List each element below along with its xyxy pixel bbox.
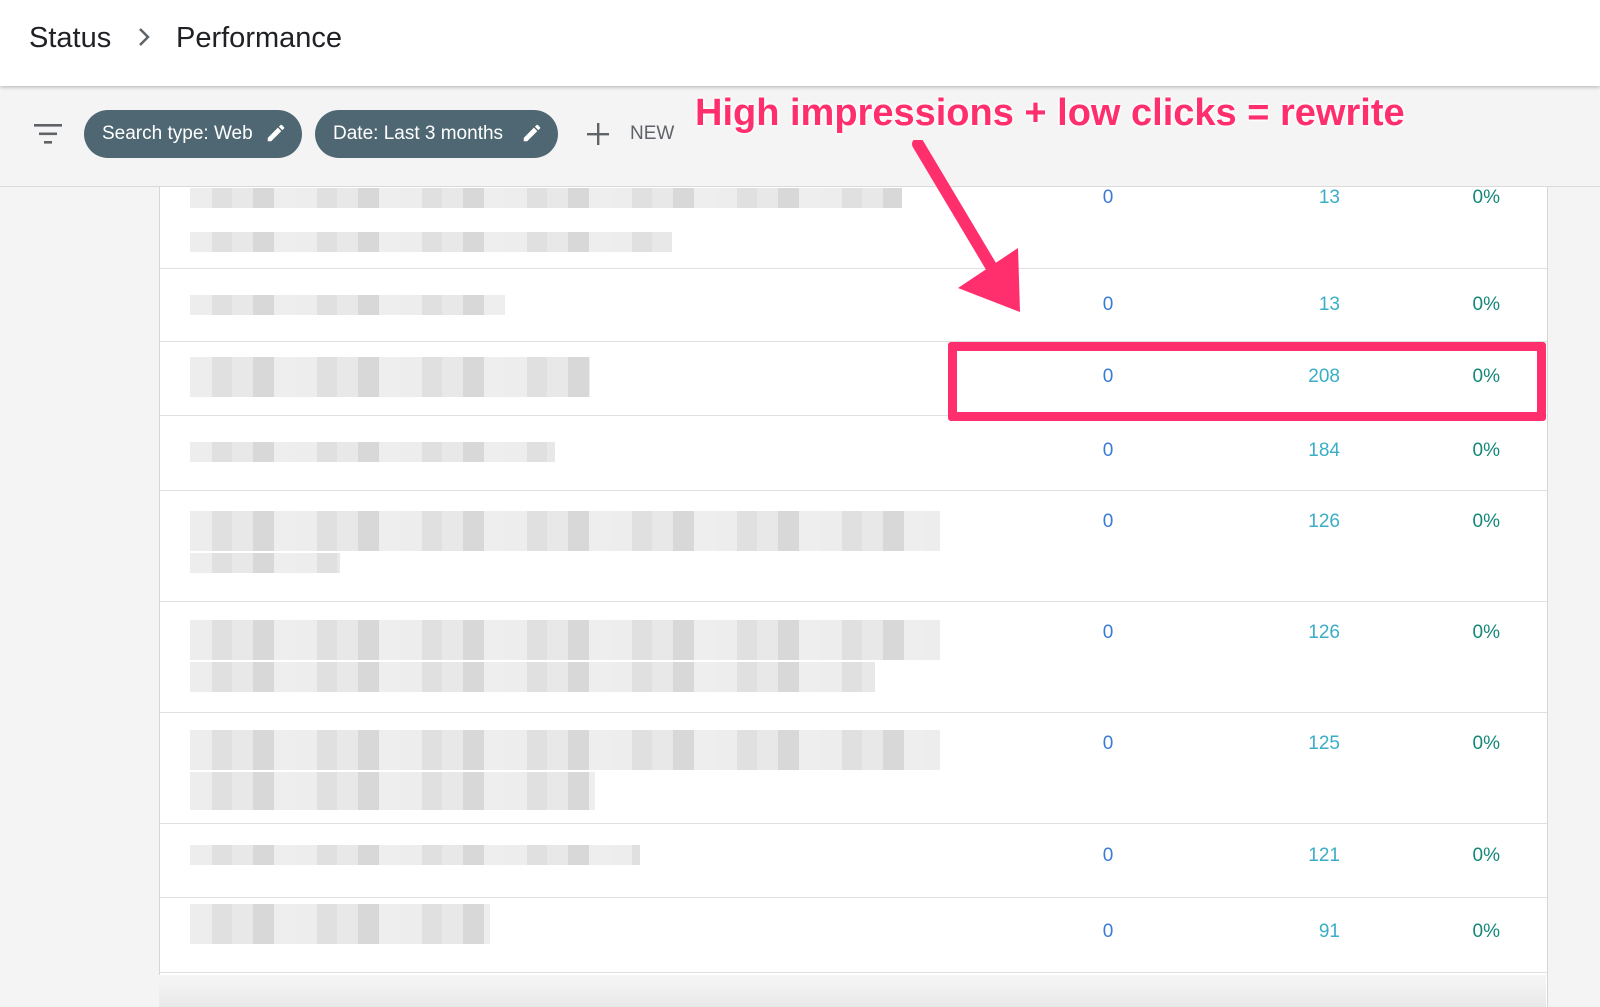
table-row[interactable]: 0 121 0% [160, 824, 1547, 898]
ctr-value: 0% [1472, 440, 1500, 461]
clicks-value: 0 [1102, 511, 1114, 532]
impressions-value: 121 [1308, 845, 1340, 866]
blurred-query-text [190, 357, 590, 397]
clicks-value: 0 [1102, 187, 1114, 208]
date-range-label: Date: Last 3 months [333, 123, 504, 144]
queries-table: 0 13 0% 0 13 0% 0 208 0% 0 184 0% 0 126 [159, 186, 1548, 1007]
table-row[interactable]: 0 184 0% [160, 416, 1547, 491]
table-row[interactable]: 0 126 0% [160, 491, 1547, 602]
pencil-icon [523, 124, 541, 142]
impressions-value: 184 [1308, 440, 1340, 461]
table-row[interactable]: 0 125 0% [160, 713, 1547, 824]
breadcrumb-status[interactable]: Status [29, 18, 111, 58]
blurred-query-text [190, 232, 672, 252]
ctr-value: 0% [1472, 187, 1500, 208]
date-range-chip[interactable]: Date: Last 3 months [315, 110, 558, 158]
impressions-value: 13 [1318, 294, 1340, 315]
clicks-value: 0 [1102, 294, 1114, 315]
blurred-query-text [190, 730, 940, 770]
pencil-icon [267, 124, 285, 142]
impressions-value: 125 [1308, 733, 1340, 754]
arrow-icon [912, 140, 1020, 312]
highlight-box [948, 342, 1546, 421]
blurred-query-text [190, 295, 505, 315]
table-row[interactable]: 0 13 0% [160, 186, 1547, 269]
impressions-value: 13 [1318, 187, 1340, 208]
impressions-value: 91 [1318, 921, 1340, 942]
search-type-label: Search type: Web [102, 123, 253, 144]
app-header: Status Performance [0, 0, 1600, 86]
impressions-value: 126 [1308, 511, 1340, 532]
ctr-value: 0% [1472, 733, 1500, 754]
new-filter-label: NEW [630, 123, 675, 144]
blurred-query-text [190, 511, 940, 551]
ctr-value: 0% [1472, 921, 1500, 942]
content-area: 0 13 0% 0 13 0% 0 208 0% 0 184 0% 0 126 [0, 186, 1600, 1007]
annotation-callout: High impressions + low clicks = rewrite [695, 92, 1405, 134]
table-row[interactable]: 0 126 0% [160, 602, 1547, 713]
page-title: Performance [176, 22, 343, 54]
chevron-right-icon [139, 28, 150, 46]
search-type-chip[interactable]: Search type: Web [84, 110, 302, 158]
blurred-query-text [190, 772, 595, 810]
blurred-query-text [190, 188, 902, 208]
impressions-value: 126 [1308, 622, 1340, 643]
ctr-value: 0% [1472, 511, 1500, 532]
clicks-value: 0 [1102, 733, 1114, 754]
clicks-value: 0 [1102, 440, 1114, 461]
blurred-query-text [190, 620, 940, 660]
scroll-fade [159, 975, 1546, 1007]
filter-icon[interactable] [33, 122, 63, 146]
clicks-value: 0 [1102, 845, 1114, 866]
blurred-query-text [190, 845, 640, 865]
ctr-value: 0% [1472, 845, 1500, 866]
clicks-value: 0 [1102, 921, 1114, 942]
clicks-value: 0 [1102, 622, 1114, 643]
table-row[interactable]: 0 91 0% [160, 898, 1547, 973]
plus-icon [587, 123, 609, 145]
ctr-value: 0% [1472, 622, 1500, 643]
blurred-query-text [190, 442, 555, 462]
blurred-query-text [190, 553, 340, 573]
table-row[interactable]: 0 13 0% [160, 269, 1547, 342]
blurred-query-text [190, 662, 875, 692]
blurred-query-text [190, 904, 490, 944]
ctr-value: 0% [1472, 294, 1500, 315]
